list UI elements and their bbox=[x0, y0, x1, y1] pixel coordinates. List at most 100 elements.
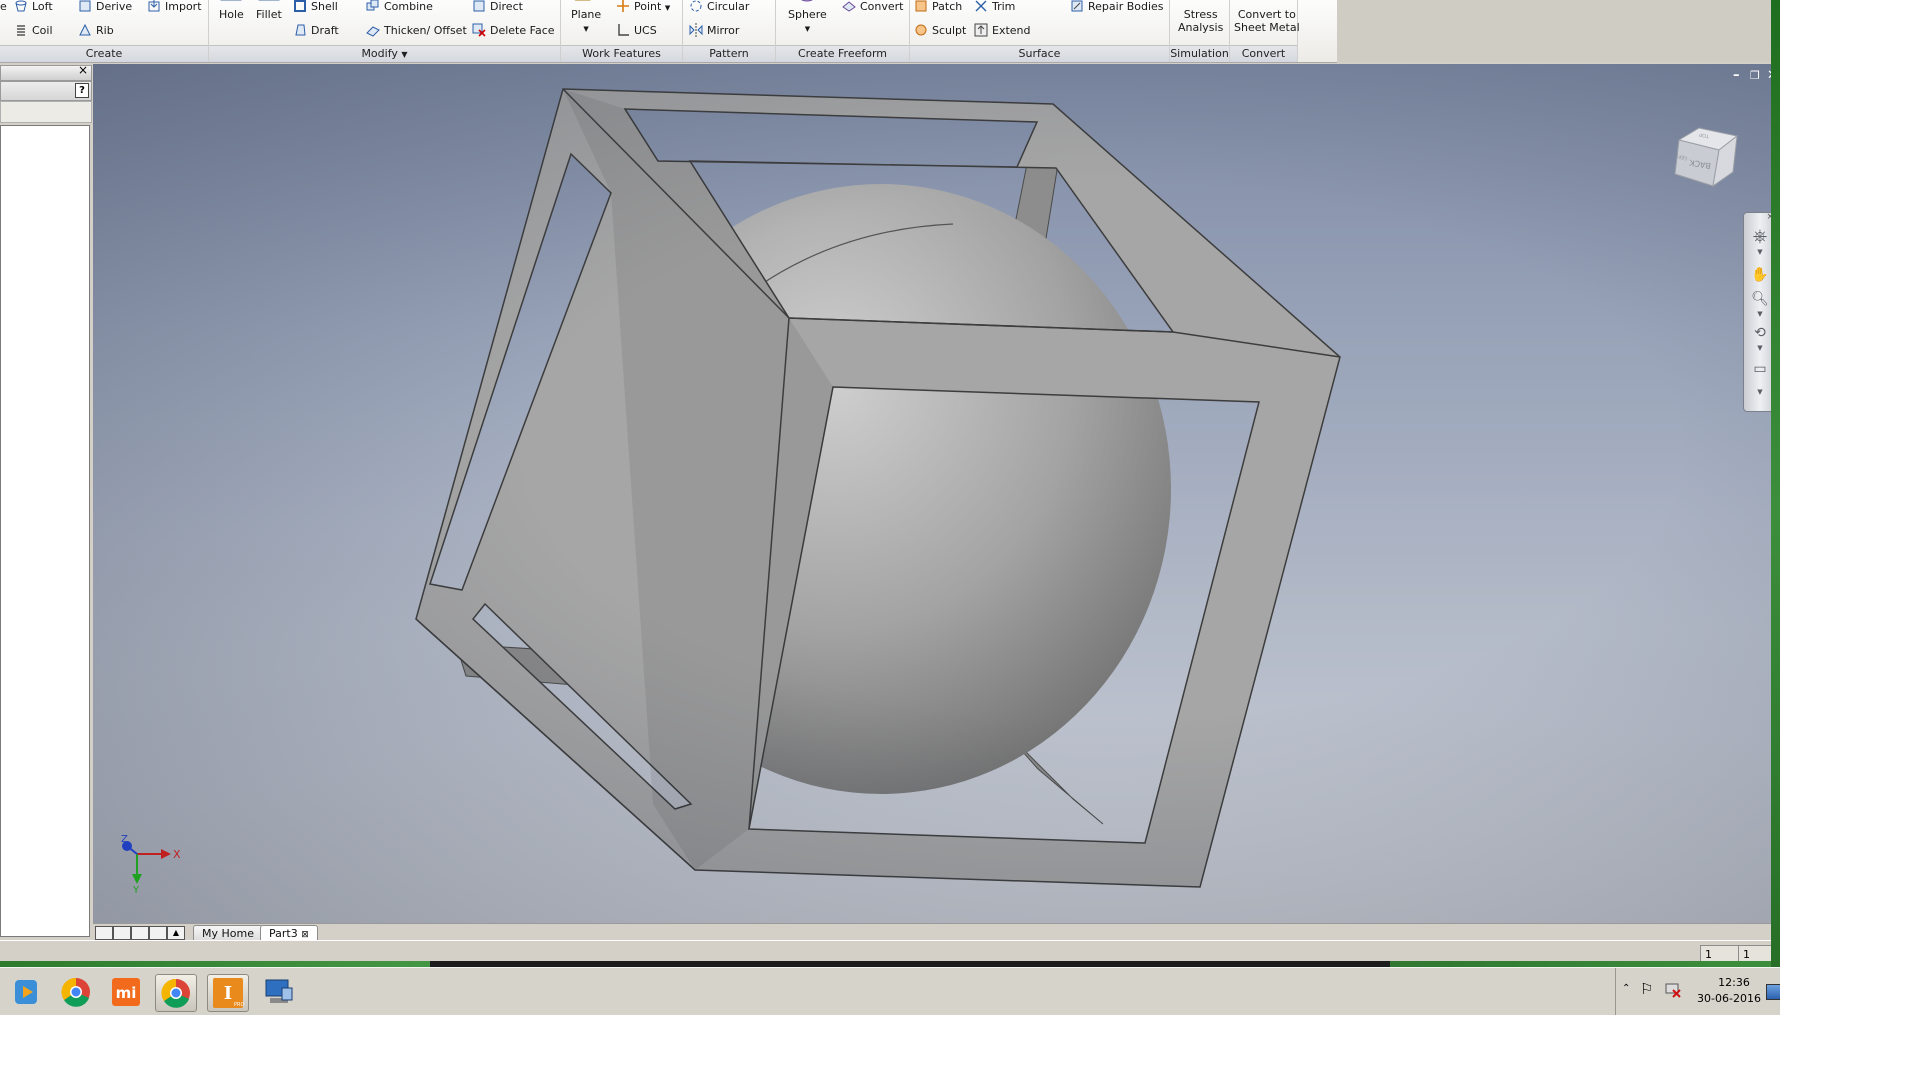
chevron-down-icon: ▼ bbox=[804, 25, 811, 33]
plane-icon bbox=[574, 0, 591, 1]
model-scene[interactable] bbox=[93, 64, 1780, 923]
derive-icon bbox=[79, 0, 91, 12]
combine-button[interactable]: Combine bbox=[366, 0, 433, 16]
chevron-down-icon[interactable]: ▼ bbox=[1750, 343, 1770, 353]
inventor-window: e Loft Coil Derive Rib Import Create Hol… bbox=[0, 0, 1780, 1015]
taskbar: mi I PRO ⌃ ⚐ 12:36 30-06-2016 bbox=[0, 967, 1780, 1015]
zoom-icon[interactable]: 🔍︎ bbox=[1750, 289, 1770, 309]
viewcube[interactable]: BACK LEFT TOP bbox=[1665, 114, 1745, 194]
extrude-tool-partial[interactable]: e bbox=[0, 0, 7, 16]
sphere-button[interactable]: Sphere ▼ bbox=[788, 0, 827, 36]
panel-simulation: Stress Analysis Simulation bbox=[1170, 0, 1230, 62]
sculpt-icon bbox=[915, 24, 927, 36]
fillet-icon bbox=[258, 0, 280, 1]
extend-button[interactable]: Extend bbox=[974, 22, 1031, 40]
loft-button[interactable]: Loft bbox=[14, 0, 53, 16]
mirror-button[interactable]: Mirror bbox=[689, 22, 739, 40]
sphere-icon bbox=[801, 0, 814, 2]
repair-bodies-button[interactable]: Repair Bodies bbox=[1070, 0, 1164, 16]
loft-icon bbox=[15, 0, 27, 12]
panel-work-features: Plane ▼ Point ▼ UCS Work Features bbox=[561, 0, 683, 62]
chevron-down-icon: ▼ bbox=[664, 4, 671, 12]
shell-button[interactable]: Shell bbox=[293, 0, 338, 16]
graphics-viewport[interactable]: – ❐ ✕ BACK LEFT TOP × ⎈ ▼ ✋ 🔍︎ ▼ ⟲ ▼ ▭ ▼ bbox=[93, 64, 1780, 923]
network-taskbar-button[interactable] bbox=[258, 974, 298, 1010]
convert-freeform-button[interactable]: Convert bbox=[842, 0, 904, 16]
mi-icon: mi bbox=[112, 978, 140, 1006]
coil-button[interactable]: Coil bbox=[14, 22, 53, 40]
panel-title-simulation: Simulation bbox=[1170, 45, 1229, 62]
sculpt-button[interactable]: Sculpt bbox=[914, 22, 966, 40]
delete-face-button[interactable]: Delete Face bbox=[472, 22, 555, 40]
browser-header[interactable]: × bbox=[0, 63, 92, 81]
browser-tree[interactable] bbox=[0, 125, 90, 937]
plane-button[interactable]: Plane ▼ bbox=[571, 0, 601, 36]
mi-taskbar-button[interactable]: mi bbox=[106, 974, 146, 1010]
shell-icon bbox=[294, 0, 306, 12]
tile-windows-icon[interactable] bbox=[113, 926, 131, 940]
document-tab-bar: ▲ My Home Part3 ⊠ bbox=[93, 923, 1780, 942]
steering-wheel-icon[interactable]: ⎈ bbox=[1750, 227, 1770, 247]
coil-icon bbox=[17, 25, 25, 36]
action-center-flag-icon[interactable]: ⚐ bbox=[1640, 980, 1653, 998]
chevron-down-icon: ▼ bbox=[401, 50, 408, 59]
chevron-down-icon[interactable]: ▼ bbox=[1750, 247, 1770, 257]
network-disconnected-icon[interactable] bbox=[1664, 981, 1682, 999]
media-player-taskbar-button[interactable] bbox=[6, 974, 46, 1010]
hole-button[interactable]: Hole bbox=[219, 0, 244, 21]
tile-vertical-icon[interactable] bbox=[149, 926, 167, 940]
panel-title-modify[interactable]: Modify ▼ bbox=[209, 45, 560, 62]
network-computer-icon bbox=[265, 979, 293, 1003]
browser-close-icon[interactable]: × bbox=[78, 63, 88, 77]
look-at-icon[interactable]: ▭ bbox=[1750, 359, 1770, 379]
direct-button[interactable]: Direct bbox=[472, 0, 523, 16]
chevron-down-icon[interactable]: ▼ bbox=[1750, 387, 1770, 397]
panel-title-convert: Convert bbox=[1230, 45, 1297, 62]
show-desktop-button[interactable] bbox=[1766, 984, 1780, 1000]
ucs-icon bbox=[618, 24, 629, 36]
stress-analysis-button[interactable]: Stress Analysis bbox=[1178, 0, 1223, 34]
convert-sheet-metal-button[interactable]: Convert to Sheet Metal bbox=[1234, 0, 1300, 34]
viewport-minimize-icon[interactable]: – bbox=[1733, 69, 1740, 82]
fillet-button[interactable]: Fillet bbox=[256, 0, 282, 21]
clock-time[interactable]: 12:36 bbox=[1709, 976, 1759, 989]
trim-button[interactable]: Trim bbox=[974, 0, 1015, 16]
panel-create: e Loft Coil Derive Rib Import Create bbox=[0, 0, 209, 62]
thicken-offset-button[interactable]: Thicken/ Offset bbox=[366, 22, 467, 40]
chevron-down-icon[interactable]: ▼ bbox=[1750, 309, 1770, 319]
clock-date[interactable]: 30-06-2016 bbox=[1694, 992, 1764, 1005]
pan-hand-icon[interactable]: ✋ bbox=[1750, 265, 1770, 285]
panel-title-create-freeform: Create Freeform bbox=[776, 45, 909, 62]
axis-triad: X Y Z bbox=[121, 834, 181, 894]
circular-pattern-button[interactable]: Circular bbox=[689, 0, 749, 16]
chrome-active-taskbar-button[interactable] bbox=[155, 974, 197, 1012]
rib-icon bbox=[79, 23, 91, 36]
chrome-taskbar-button[interactable] bbox=[56, 974, 96, 1010]
show-hidden-icons-icon[interactable]: ⌃ bbox=[1622, 983, 1630, 994]
chevron-down-icon: ▼ bbox=[583, 25, 589, 33]
point-button[interactable]: Point ▼ bbox=[616, 0, 670, 16]
hole-icon bbox=[220, 0, 242, 1]
desktop-background-edge bbox=[1771, 0, 1780, 1015]
help-button[interactable]: ? bbox=[75, 83, 89, 98]
tile-horizontal-icon[interactable] bbox=[131, 926, 149, 940]
window-list-icon[interactable]: ▲ bbox=[167, 926, 185, 940]
derive-button[interactable]: Derive bbox=[78, 0, 132, 16]
chrome-icon bbox=[161, 978, 190, 1008]
patch-button[interactable]: Patch bbox=[914, 0, 962, 16]
media-player-icon bbox=[15, 980, 37, 1004]
inventor-taskbar-button[interactable]: I PRO bbox=[207, 974, 249, 1012]
ucs-button[interactable]: UCS bbox=[616, 22, 657, 40]
import-button[interactable]: Import bbox=[147, 0, 202, 16]
ribbon-background bbox=[1337, 0, 1780, 62]
tab-close-icon[interactable]: ⊠ bbox=[301, 930, 309, 940]
point-icon bbox=[617, 0, 629, 12]
viewport-restore-icon[interactable]: ❐ bbox=[1750, 70, 1760, 82]
orbit-icon[interactable]: ⟲ bbox=[1750, 323, 1770, 343]
cascade-windows-icon[interactable] bbox=[95, 926, 113, 940]
draft-icon bbox=[295, 24, 306, 36]
delete-face-icon bbox=[472, 23, 486, 37]
draft-button[interactable]: Draft bbox=[293, 22, 339, 40]
y-axis-label: Y bbox=[132, 885, 140, 894]
rib-button[interactable]: Rib bbox=[78, 22, 114, 40]
